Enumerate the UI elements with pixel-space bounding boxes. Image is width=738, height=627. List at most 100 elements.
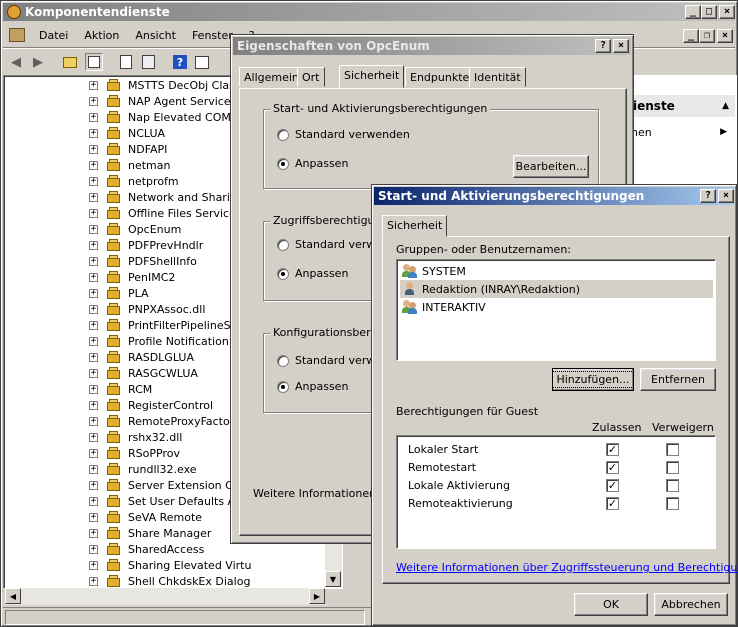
tree-item[interactable]: + Shell ChkdskEx Dialog [89,573,250,587]
expand-plus-icon[interactable]: + [89,288,98,298]
expand-plus-icon[interactable]: + [89,160,98,170]
expand-plus-icon[interactable]: + [89,128,98,138]
ok-button[interactable]: OK [574,593,648,616]
expand-plus-icon[interactable]: + [89,144,98,154]
expand-plus-icon[interactable]: + [89,80,98,90]
expand-plus-icon[interactable]: + [89,496,98,506]
config-custom-radio[interactable]: Anpassen [277,380,348,393]
mdi-minimize-button[interactable]: _ [683,29,699,43]
tree-item[interactable]: + SharedAccess [89,541,204,557]
show-tree-icon[interactable] [85,53,103,71]
scroll-down-button[interactable]: ▼ [325,571,341,587]
tree-item[interactable]: + RemoteProxyFactory3 [89,413,248,429]
tree-item[interactable]: + Server Extension Obje [89,477,251,493]
tree-item[interactable]: + Share Manager [89,525,211,541]
expand-plus-icon[interactable]: + [89,176,98,186]
scroll-left-button[interactable]: ◀ [5,588,21,604]
tree-item[interactable]: + Profile Notification Hos [89,333,253,349]
expand-plus-icon[interactable]: + [89,352,98,362]
tree-item[interactable]: + OpcEnum [89,221,181,237]
help-icon[interactable]: ? [171,53,189,71]
tree-item[interactable]: + RCM [89,381,152,397]
tree-item[interactable]: + SeVA Remote [89,509,202,525]
permissions-close-button[interactable]: × [718,189,734,203]
tree-item[interactable]: + netman [89,157,170,173]
cancel-button[interactable]: Abbrechen [654,593,728,616]
tab-sicherheit[interactable]: Sicherheit [339,65,405,88]
tree-item[interactable]: + rundll32.exe [89,461,197,477]
tree-item[interactable]: + RegisterControl [89,397,213,413]
tree-item[interactable]: + PNPXAssoc.dll [89,301,205,317]
expand-plus-icon[interactable]: + [89,416,98,426]
mdi-restore-button[interactable]: ❐ [699,29,715,43]
deny-checkbox[interactable] [666,479,679,492]
tree-item[interactable]: + NAP Agent Service [89,93,231,109]
expand-plus-icon[interactable]: + [89,368,98,378]
tree-item[interactable]: + Set User Defaults Adv [89,493,248,509]
minimize-button[interactable]: _ [685,5,701,19]
tree-item[interactable]: + Nap Elevated COM cla [89,109,250,125]
expand-plus-icon[interactable]: + [89,224,98,234]
expand-plus-icon[interactable]: + [89,576,98,586]
user-row-redaktion[interactable]: Redaktion (INRAY\Redaktion) [400,280,713,298]
menu-ansicht[interactable]: Ansicht [127,29,184,42]
permissions-help-button[interactable]: ? [700,189,716,203]
tree-item[interactable]: + NCLUA [89,125,165,141]
tree-item[interactable]: + RSoPProv [89,445,180,461]
allow-checkbox[interactable]: ✓ [606,479,619,492]
permissions-titlebar[interactable]: Start- und Aktivierungsberechtigungen [374,187,734,205]
expand-plus-icon[interactable]: + [89,400,98,410]
tree-item[interactable]: + RASGCWLUA [89,365,198,381]
properties-help-button[interactable]: ? [595,39,611,53]
expand-plus-icon[interactable]: + [89,384,98,394]
tree-item[interactable]: + rshx32.dll [89,429,182,445]
edit-start-button[interactable]: Bearbeiten... [513,155,589,178]
expand-plus-icon[interactable]: + [89,272,98,282]
tab-identitaet[interactable]: Identität [469,67,526,87]
expand-plus-icon[interactable]: + [89,544,98,554]
expand-plus-icon[interactable]: + [89,464,98,474]
access-custom-radio[interactable]: Anpassen [277,267,348,280]
tree-item[interactable]: + netprofm [89,173,179,189]
add-user-button[interactable]: Hinzufügen... [552,368,634,391]
expand-plus-icon[interactable]: + [89,240,98,250]
tree-item[interactable]: + Sharing Elevated Virtu [89,557,251,573]
menu-datei[interactable]: Datei [31,29,76,42]
collapse-arrow-icon[interactable]: ▲ [722,101,729,111]
expand-plus-icon[interactable]: + [89,560,98,570]
tree-item[interactable]: + PDFPrevHndlr [89,237,203,253]
back-arrow-icon[interactable]: ◀ [7,53,25,71]
allow-checkbox[interactable]: ✓ [606,497,619,510]
actions-header[interactable]: ienste ▲ [623,95,735,117]
maximize-button[interactable]: □ [701,5,717,19]
perm-tab-sicherheit[interactable]: Sicherheit [382,215,448,237]
tab-endpunkte[interactable]: Endpunkte [405,67,475,87]
expand-plus-icon[interactable]: + [89,432,98,442]
deny-checkbox[interactable] [666,497,679,510]
expand-plus-icon[interactable]: + [89,512,98,522]
expand-plus-icon[interactable]: + [89,256,98,266]
menu-icon[interactable] [9,28,25,42]
tree-hscrollbar[interactable] [5,588,325,605]
close-button[interactable]: × [719,5,735,19]
tree-item[interactable]: + PLA [89,285,149,301]
properties-icon[interactable] [117,53,135,71]
properties-close-button[interactable]: × [613,39,629,53]
expand-plus-icon[interactable]: + [89,320,98,330]
tree-item[interactable]: + PDFShellInfo [89,253,197,269]
expand-plus-icon[interactable]: + [89,336,98,346]
scroll-right-button[interactable]: ▶ [309,588,325,604]
menu-aktion[interactable]: Aktion [76,29,127,42]
start-custom-radio[interactable]: Anpassen [277,157,348,170]
up-folder-icon[interactable] [61,53,79,71]
tree-item[interactable]: + MSTTS DecObj Class S [89,77,251,93]
more-info-link[interactable]: Weitere Informationen über Zugriffssteue… [396,561,738,574]
tree-item[interactable]: + RASDLGLUA [89,349,194,365]
properties-titlebar[interactable]: Eigenschaften von OpcEnum [233,37,631,55]
mdi-close-button[interactable]: × [717,29,733,43]
user-row-interaktiv[interactable]: INTERAKTIV [400,298,713,316]
user-row-system[interactable]: SYSTEM [400,262,713,280]
tree-item[interactable]: + Offline Files Service [89,205,236,221]
tab-allgemein[interactable]: Allgemein [239,67,304,87]
tree-item[interactable]: + PrintFilterPipelineSvc [89,317,243,333]
